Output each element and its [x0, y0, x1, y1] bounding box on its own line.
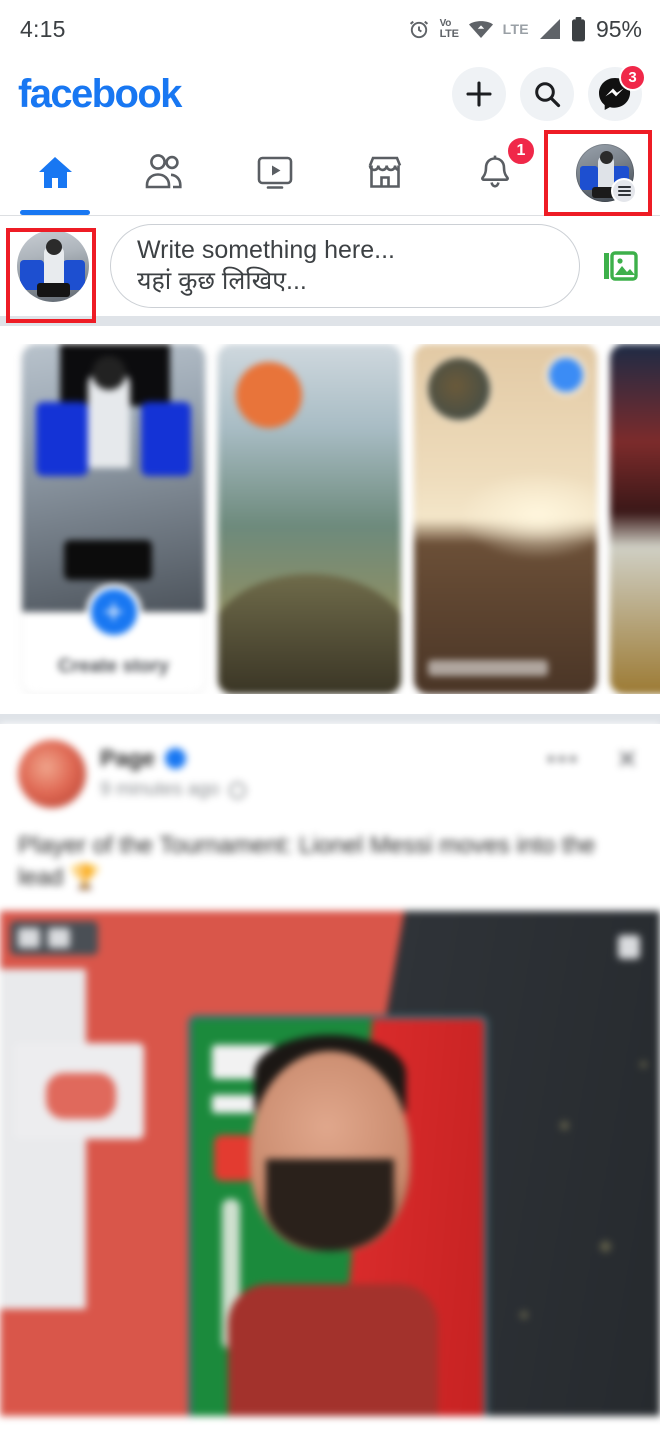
post-author-avatar[interactable]	[18, 740, 86, 808]
profile-avatar-icon[interactable]	[576, 143, 637, 204]
tab-video[interactable]	[220, 130, 330, 215]
composer-input[interactable]: Write something here... यहां कुछ लिखिए..…	[110, 224, 580, 308]
search-icon	[535, 82, 561, 108]
messenger-button[interactable]: 3	[588, 64, 646, 121]
post-subtitle-row: 9 minutes ago	[100, 779, 534, 801]
hamburger-menu-icon[interactable]	[611, 177, 637, 204]
story-author-avatar	[428, 358, 490, 420]
story-create-thumbnail	[22, 344, 205, 612]
story-card[interactable]	[610, 344, 660, 694]
status-icons: Vo LTE LTE 95%	[407, 16, 642, 43]
phone-screen: 4:15 Vo LTE LTE 95% facebook 3 1 Write s…	[0, 0, 660, 1435]
friends-icon	[145, 153, 182, 188]
tab-home[interactable]	[0, 130, 110, 215]
tab-marketplace[interactable]	[330, 130, 440, 215]
globe-icon	[229, 781, 247, 799]
stories-section: + Create story	[0, 326, 660, 724]
stories-carousel[interactable]: + Create story	[0, 344, 660, 694]
signal-bars-icon	[538, 18, 562, 40]
more-options-icon[interactable]	[548, 756, 577, 762]
search-button[interactable]	[520, 67, 574, 121]
photo-gallery-button[interactable]	[594, 244, 646, 288]
composer-placeholder-hindi: यहां कुछ लिखिए...	[137, 266, 307, 295]
post-image-tag	[10, 921, 98, 956]
facebook-header: facebook 3	[0, 58, 660, 130]
story-glow-shape	[457, 470, 597, 560]
post-text: Player of the Tournament: Lionel Messi m…	[18, 832, 596, 891]
story-card[interactable]	[414, 344, 597, 694]
story-create-plus-icon[interactable]: +	[85, 584, 142, 640]
verified-badge-icon	[164, 748, 186, 769]
battery-icon	[571, 16, 586, 42]
story-blue-badge-icon	[549, 358, 583, 392]
post-image[interactable]	[0, 911, 660, 1417]
network-type-label: LTE	[502, 21, 529, 37]
story-sun-shape	[236, 362, 302, 428]
post-composer: Write something here... यहां कुछ लिखिए..…	[0, 216, 660, 326]
composer-avatar[interactable]	[17, 230, 89, 302]
post-author-name[interactable]: Page	[100, 745, 155, 772]
close-icon[interactable]: ✕	[616, 746, 638, 772]
facebook-logo[interactable]: facebook	[18, 74, 182, 114]
tab-menu-profile[interactable]	[550, 130, 660, 215]
status-time: 4:15	[20, 15, 66, 42]
post-timestamp: 9 minutes ago	[100, 779, 220, 800]
story-create[interactable]: + Create story	[22, 344, 205, 694]
home-icon	[39, 156, 72, 188]
video-icon	[257, 156, 293, 189]
wifi-icon	[468, 19, 494, 39]
alarm-clock-icon	[407, 17, 431, 41]
photo-gallery-icon	[604, 251, 638, 281]
create-button[interactable]	[452, 67, 506, 121]
story-ridge-shape	[218, 574, 401, 694]
volte-bottom-label: LTE	[439, 27, 459, 40]
tab-notifications[interactable]: 1	[440, 130, 550, 215]
story-create-label: Create story	[58, 656, 169, 677]
notifications-badge: 1	[506, 136, 536, 166]
battery-percent: 95%	[595, 15, 642, 42]
feed-post: Page 9 minutes ago ✕ Player of the Tourn…	[0, 724, 660, 1417]
active-tab-indicator	[19, 210, 91, 215]
composer-avatar-wrap[interactable]	[10, 220, 96, 312]
story-card[interactable]	[218, 344, 401, 694]
marketplace-icon	[368, 156, 402, 188]
post-header-actions: ✕	[548, 740, 642, 772]
messenger-badge: 3	[619, 64, 646, 91]
plus-icon	[466, 81, 492, 107]
composer-placeholder-english: Write something here...	[137, 236, 395, 265]
tab-friends[interactable]	[110, 130, 220, 215]
post-author-meta: Page 9 minutes ago	[100, 740, 534, 801]
post-header: Page 9 minutes ago ✕	[0, 740, 660, 808]
navigation-tabs: 1	[0, 130, 660, 216]
status-bar: 4:15 Vo LTE LTE 95%	[0, 0, 660, 58]
header-actions: 3	[452, 64, 646, 121]
story-author-label	[428, 660, 548, 676]
volte-icon: Vo LTE	[440, 19, 459, 39]
post-author-row: Page	[100, 745, 534, 772]
